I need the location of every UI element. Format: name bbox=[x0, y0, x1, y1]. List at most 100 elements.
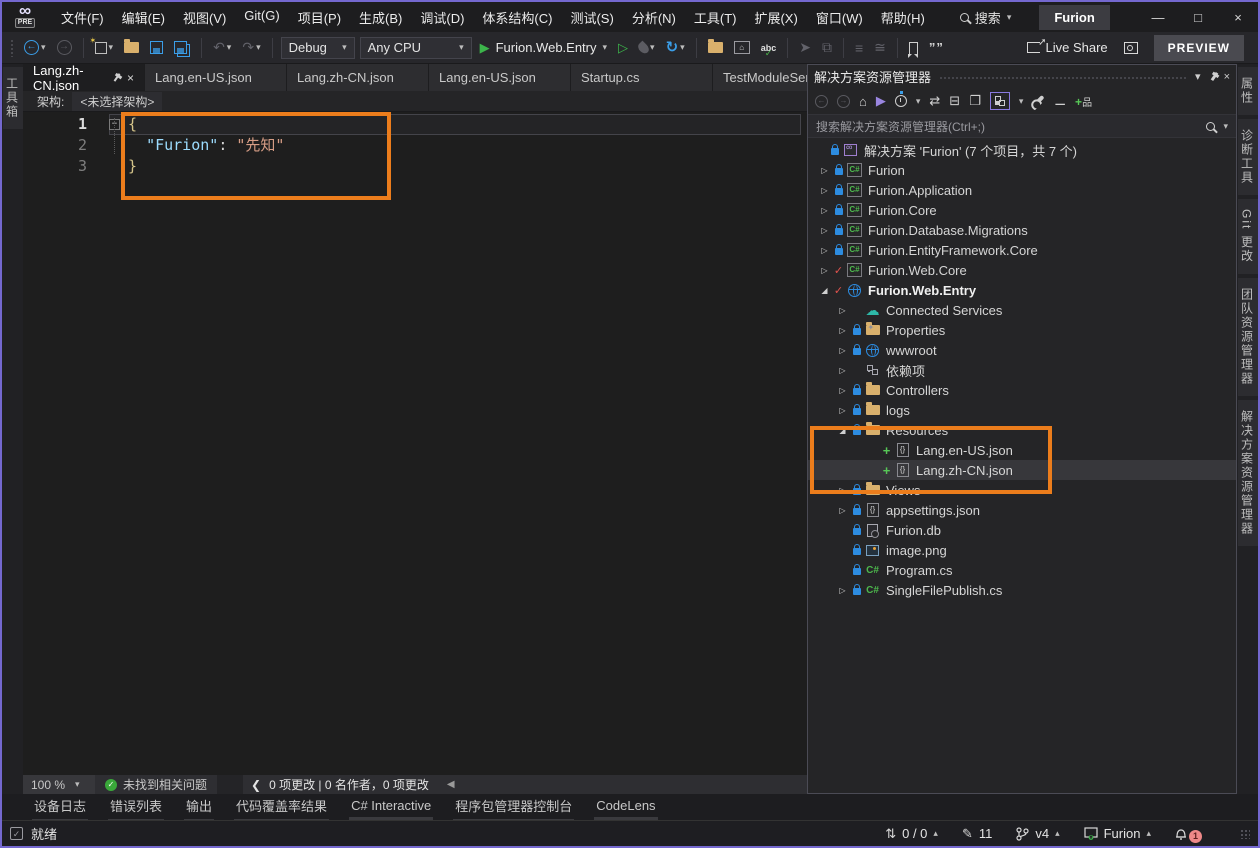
show-all-files-button[interactable]: ❐ bbox=[969, 93, 981, 109]
collapsed-arrow-icon[interactable]: ▷ bbox=[836, 346, 849, 355]
collapse-all-button[interactable]: ⊟ bbox=[949, 93, 960, 109]
menu-item-项目-p[interactable]: 项目(P) bbox=[289, 4, 350, 31]
solution-platform-dropdown[interactable]: Any CPU▾ bbox=[360, 37, 472, 59]
editor-tab-lang-zh-cn-json[interactable]: Lang.zh-CN.json× bbox=[23, 64, 145, 91]
menu-item-帮助-h[interactable]: 帮助(H) bbox=[872, 4, 934, 31]
toolbox-vertical-tab[interactable]: 工具箱 bbox=[3, 67, 23, 129]
current-branch-button[interactable]: v4 ▴ bbox=[1016, 826, 1059, 841]
notifications-button[interactable]: 1 bbox=[1175, 824, 1202, 843]
menu-item-生成-b[interactable]: 生成(B) bbox=[350, 4, 411, 31]
close-button[interactable]: × bbox=[1218, 2, 1258, 32]
tree-item-furion-core[interactable]: ▷C#Furion.Core bbox=[808, 200, 1236, 220]
quick-search[interactable]: 搜索 ▾ bbox=[960, 8, 1012, 27]
menu-item-窗口-w[interactable]: 窗口(W) bbox=[807, 4, 872, 31]
menu-item-编辑-e[interactable]: 编辑(E) bbox=[113, 4, 174, 31]
properties-wrench-icon[interactable] bbox=[1033, 95, 1045, 107]
navigate-forward-button[interactable]: → bbox=[54, 38, 75, 57]
document-health-indicator[interactable]: ✓ 未找到相关问题 bbox=[95, 776, 217, 793]
menu-item-视图-v[interactable]: 视图(V) bbox=[174, 4, 235, 31]
solution-configuration-dropdown[interactable]: Debug▾ bbox=[281, 37, 355, 59]
unpushed-edits-button[interactable]: ✎ 11 bbox=[962, 826, 992, 842]
find-in-files-button[interactable] bbox=[705, 40, 726, 55]
menu-item-调试-d[interactable]: 调试(D) bbox=[411, 4, 473, 31]
tree-item-controllers[interactable]: ▷Controllers bbox=[808, 380, 1236, 400]
toolbar-drag-handle[interactable] bbox=[10, 39, 14, 57]
sync-with-active-document-button[interactable] bbox=[990, 92, 1010, 110]
tree-item-program-cs[interactable]: C#Program.cs bbox=[808, 560, 1236, 580]
git-changes-indicator[interactable]: ❮ 0 项更改 | 0 名作者，0 项更改 bbox=[243, 776, 437, 793]
collapsed-arrow-icon[interactable]: ▷ bbox=[836, 326, 849, 335]
tree-item-furion-web-core[interactable]: ▷✓C#Furion.Web.Core bbox=[808, 260, 1236, 280]
vertical-tab-解决方案资源管理器[interactable]: 解决方案资源管理器 bbox=[1238, 400, 1258, 546]
solution-search-box[interactable]: 搜索解决方案资源管理器(Ctrl+;) ▾ bbox=[808, 115, 1236, 138]
maximize-button[interactable]: □ bbox=[1178, 2, 1218, 32]
new-project-button[interactable]: ▾ bbox=[92, 40, 117, 56]
vertical-tab-属性[interactable]: 属性 bbox=[1238, 67, 1258, 115]
collapsed-arrow-icon[interactable]: ▷ bbox=[836, 306, 849, 315]
toggle-bookmark-button[interactable] bbox=[906, 40, 921, 56]
pin-icon[interactable] bbox=[1210, 72, 1218, 81]
repository-button[interactable]: Furion ▴ bbox=[1084, 826, 1151, 841]
zoom-dropdown[interactable]: 100 % ▾ bbox=[23, 775, 95, 794]
home-button[interactable]: ⌂ bbox=[859, 94, 867, 109]
comment-button[interactable]: ”” bbox=[926, 38, 947, 57]
collapsed-arrow-icon[interactable]: ▷ bbox=[818, 166, 831, 175]
bottom-tab-程序包管理器控制台[interactable]: 程序包管理器控制台 bbox=[453, 793, 574, 822]
editor-tab-lang-zh-cn-json[interactable]: Lang.zh-CN.json bbox=[287, 64, 429, 91]
menu-item-分析-n[interactable]: 分析(N) bbox=[623, 4, 685, 31]
collapse-chevron-icon[interactable]: ❮ bbox=[251, 778, 261, 792]
expanded-arrow-icon[interactable]: ◢ bbox=[836, 426, 849, 435]
tree-item-furion-entityframework-core[interactable]: ▷C#Furion.EntityFramework.Core bbox=[808, 240, 1236, 260]
tree-item-lang-en-us-json[interactable]: +{}Lang.en-US.json bbox=[808, 440, 1236, 460]
bottom-tab-代码覆盖率结果[interactable]: 代码覆盖率结果 bbox=[234, 793, 329, 822]
save-button[interactable] bbox=[147, 39, 166, 56]
bottom-tab-错误列表[interactable]: 错误列表 bbox=[108, 793, 164, 822]
architecture-dropdown[interactable]: <未选择架构> bbox=[72, 92, 162, 111]
tree-item-views[interactable]: ▷Views bbox=[808, 480, 1236, 500]
solution-name-badge[interactable]: Furion bbox=[1039, 5, 1109, 30]
menu-item-git-g[interactable]: Git(G) bbox=[235, 4, 288, 31]
collapsed-arrow-icon[interactable]: ▷ bbox=[818, 246, 831, 255]
tree-item-singlefilepublish-cs[interactable]: ▷C#SingleFilePublish.cs bbox=[808, 580, 1236, 600]
collapsed-arrow-icon[interactable]: ▷ bbox=[836, 486, 849, 495]
tree-item-properties[interactable]: ▷Properties bbox=[808, 320, 1236, 340]
run-to-cursor-button[interactable]: ➤ bbox=[796, 37, 814, 58]
collapsed-arrow-icon[interactable]: ▷ bbox=[818, 186, 831, 195]
solution-explorer-shortcut-button[interactable]: ⌂ bbox=[731, 39, 753, 56]
open-file-button[interactable] bbox=[121, 40, 142, 55]
back-button[interactable]: ← bbox=[815, 95, 828, 108]
tree-item-furion[interactable]: ▷C#Furion bbox=[808, 160, 1236, 180]
minimize-button[interactable]: — bbox=[1138, 2, 1178, 32]
close-icon[interactable]: × bbox=[127, 71, 134, 85]
undo-button[interactable]: ↶▾ bbox=[210, 37, 234, 58]
vertical-tab-诊断工具[interactable]: 诊断工具 bbox=[1238, 119, 1258, 195]
bottom-tab-c-interactive[interactable]: C# Interactive bbox=[349, 795, 433, 820]
sync-commits-button[interactable]: ⇅ 0 / 0 ▴ bbox=[885, 826, 938, 842]
tree-item-image-png[interactable]: image.png bbox=[808, 540, 1236, 560]
collapsed-arrow-icon[interactable]: ▷ bbox=[836, 406, 849, 415]
preview-selected-items-icon[interactable]: ⚊ bbox=[1054, 93, 1066, 109]
tree-item-furion-application[interactable]: ▷C#Furion.Application bbox=[808, 180, 1236, 200]
hot-reload-button[interactable]: ▾ bbox=[636, 40, 658, 56]
editor-tab-lang-en-us-json[interactable]: Lang.en-US.json bbox=[429, 64, 571, 91]
collapsed-arrow-icon[interactable]: ▷ bbox=[818, 206, 831, 215]
restart-button[interactable]: ↻▾ bbox=[663, 39, 688, 57]
tree-item-解决方案-furion-7-个项目-共-7-个[interactable]: 解决方案 'Furion' (7 个项目，共 7 个) bbox=[808, 140, 1236, 160]
editor-tab-testmoduleser[interactable]: TestModuleSer bbox=[713, 64, 807, 91]
fold-margin[interactable] bbox=[109, 156, 122, 177]
tree-item-resources[interactable]: ◢Resources bbox=[808, 420, 1236, 440]
collapsed-arrow-icon[interactable]: ▷ bbox=[818, 266, 831, 275]
collapsed-arrow-icon[interactable]: ▷ bbox=[836, 366, 849, 375]
menu-item-体系结构-c[interactable]: 体系结构(C) bbox=[473, 4, 561, 31]
vertical-tab-git-更改[interactable]: Git 更改 bbox=[1238, 199, 1258, 274]
menu-item-工具-t[interactable]: 工具(T) bbox=[685, 4, 746, 31]
tree-item-logs[interactable]: ▷logs bbox=[808, 400, 1236, 420]
menu-item-扩展-x[interactable]: 扩展(X) bbox=[745, 4, 806, 31]
scroll-left-arrow-icon[interactable]: ◀ bbox=[447, 779, 455, 790]
vertical-tab-团队资源管理器[interactable]: 团队资源管理器 bbox=[1238, 278, 1258, 396]
window-position-dropdown-icon[interactable]: ▾ bbox=[1195, 70, 1201, 83]
tree-item-furion-db[interactable]: Furion.db bbox=[808, 520, 1236, 540]
preview-button[interactable]: PREVIEW bbox=[1154, 35, 1244, 61]
tree-item-lang-zh-cn-json[interactable]: +{}Lang.zh-CN.json bbox=[808, 460, 1236, 480]
save-all-button[interactable] bbox=[171, 39, 193, 56]
